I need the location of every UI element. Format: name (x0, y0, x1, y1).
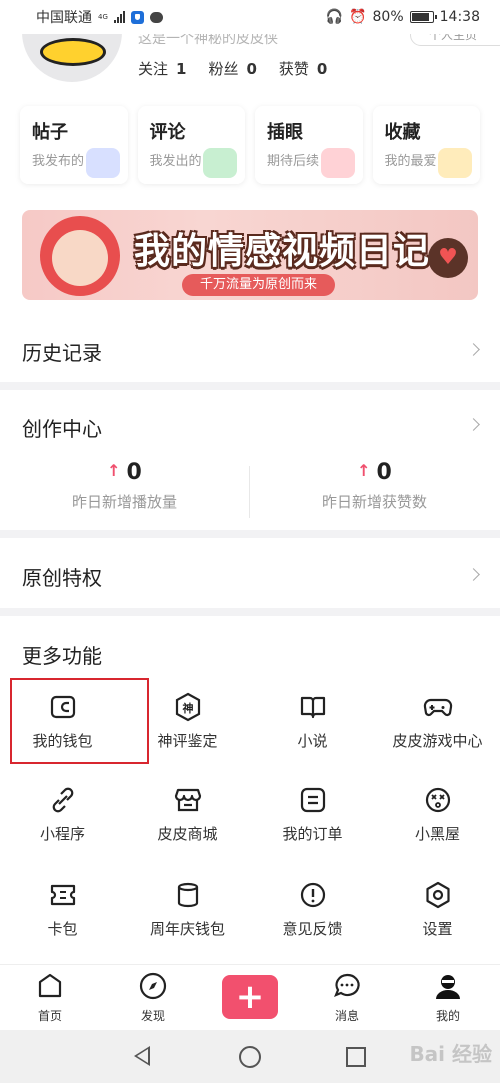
dizzy-face-icon (423, 785, 453, 815)
clock: 14:38 (439, 9, 480, 25)
banner-title: 我的情感视频日记 (134, 231, 431, 272)
promo-banner[interactable]: 我的情感视频日记 千万流量为原创而来 ♥ (22, 210, 478, 300)
store-icon (173, 785, 203, 815)
quick-cards: 帖子 我发布的 评论 我发出的 插眼 期待后续 收藏 我的最爱 (0, 90, 500, 200)
exclamation-icon (298, 880, 328, 910)
nav-me[interactable]: 我的 (398, 971, 498, 1024)
ticket-icon (48, 880, 78, 910)
history-title: 历史记录 (22, 341, 102, 365)
crown-deco-icon (438, 148, 472, 178)
status-bar: 中国联通 4G 🎧 ⏰ 80% 14:38 (0, 0, 500, 34)
chevron-right-icon[interactable] (467, 418, 480, 431)
stat-following[interactable]: 关注 1 (138, 58, 186, 79)
headphone-icon: 🎧 (325, 9, 344, 25)
alarm-icon: ⏰ (349, 9, 367, 25)
func-settings[interactable]: 设置 (375, 866, 500, 956)
more-functions: 更多功能 我的钱包 神 神评鉴定 小说 皮皮游戏中心 小程序 皮皮商城 我的订单… (0, 616, 500, 964)
home-circle-icon[interactable] (239, 1046, 261, 1068)
battery-icon (409, 11, 437, 23)
banner-section: 我的情感视频日记 千万流量为原创而来 ♥ (0, 200, 500, 316)
home-icon (35, 971, 65, 1001)
creator-center: 创作中心 ↑ 0 昨日新增播放量 ↑ 0 昨日新增获赞数 (0, 390, 500, 530)
arrow-up-icon: ↑ (107, 461, 121, 480)
network-type: 4G (98, 12, 108, 21)
func-card-pack[interactable]: 卡包 (0, 866, 125, 956)
battery-percent: 80% (372, 9, 404, 25)
recent-apps-icon[interactable] (346, 1047, 366, 1067)
metric-likes: ↑ 0 昨日新增获赞数 (321, 460, 427, 511)
profile-header: 这是一个神秘的皮皮侠 个人主页 关注 1 粉丝 0 获赞 0 (0, 12, 500, 90)
eye-deco-icon (320, 148, 355, 178)
func-orders[interactable]: 我的订单 (250, 771, 375, 861)
bottom-nav: 首页 发现 + 消息 我的 (0, 964, 500, 1030)
nav-home[interactable]: 首页 (0, 971, 100, 1024)
more-title: 更多功能 (22, 644, 102, 668)
stat-likes[interactable]: 获赞 0 (279, 58, 327, 79)
comments-deco-icon (203, 148, 237, 178)
func-blacklist[interactable]: 小黑屋 (375, 771, 500, 861)
func-mall[interactable]: 皮皮商城 (125, 771, 250, 861)
shield-icon (130, 10, 144, 24)
metric-plays: ↑ 0 昨日新增播放量 (71, 460, 177, 511)
chat-bubble-icon (149, 11, 163, 23)
arrow-up-icon: ↑ (357, 461, 371, 480)
shen-badge-icon: 神 (173, 692, 203, 722)
card-bookmarks[interactable]: 插眼 期待后续 (255, 106, 363, 184)
svg-text:神: 神 (182, 701, 193, 715)
func-novel[interactable]: 小说 (250, 678, 375, 768)
profile-stats: 关注 1 粉丝 0 获赞 0 (138, 58, 327, 79)
mascot-face (52, 230, 108, 286)
nav-messages[interactable]: 消息 (297, 971, 397, 1024)
nav-discover[interactable]: 发现 (103, 971, 203, 1024)
gamepad-icon (423, 692, 453, 722)
signal-icon (113, 11, 125, 23)
stat-fans[interactable]: 粉丝 0 (208, 58, 256, 79)
chevron-right-icon (467, 343, 480, 356)
broken-heart-icon: ♥ (428, 238, 468, 278)
card-comments[interactable]: 评论 我发出的 (137, 106, 245, 184)
back-icon[interactable] (134, 1046, 150, 1066)
publish-button[interactable]: + (222, 975, 278, 1019)
highlight-box (10, 678, 149, 764)
posts-deco-icon (85, 148, 120, 178)
book-icon (298, 692, 328, 722)
link-icon (48, 785, 78, 815)
system-nav-bar: Bai 经验 (0, 1030, 500, 1083)
message-bubble-icon (332, 971, 362, 1001)
func-game-center[interactable]: 皮皮游戏中心 (375, 678, 500, 768)
watermark: Bai 经验 (409, 1042, 492, 1066)
creator-title[interactable]: 创作中心 (22, 413, 102, 442)
chevron-right-icon (467, 568, 480, 581)
settings-icon (423, 880, 453, 910)
compass-icon (138, 971, 168, 1001)
banner-subtitle: 千万流量为原创而来 (182, 274, 336, 296)
func-anniversary-wallet[interactable]: 周年庆钱包 (125, 866, 250, 956)
func-mini-program[interactable]: 小程序 (0, 771, 125, 861)
user-ninja-icon (433, 971, 463, 1001)
original-privilege-row[interactable]: 原创特权 (0, 538, 500, 608)
original-title: 原创特权 (22, 566, 102, 590)
cylinder-icon (173, 880, 203, 910)
func-feedback[interactable]: 意见反馈 (250, 866, 375, 956)
carrier-label: 中国联通 (36, 10, 92, 26)
card-favorites[interactable]: 收藏 我的最爱 (372, 106, 480, 184)
order-icon (298, 785, 328, 815)
history-row[interactable]: 历史记录 (0, 316, 500, 382)
card-posts[interactable]: 帖子 我发布的 (20, 106, 128, 184)
duck-mouth-icon (40, 38, 106, 66)
